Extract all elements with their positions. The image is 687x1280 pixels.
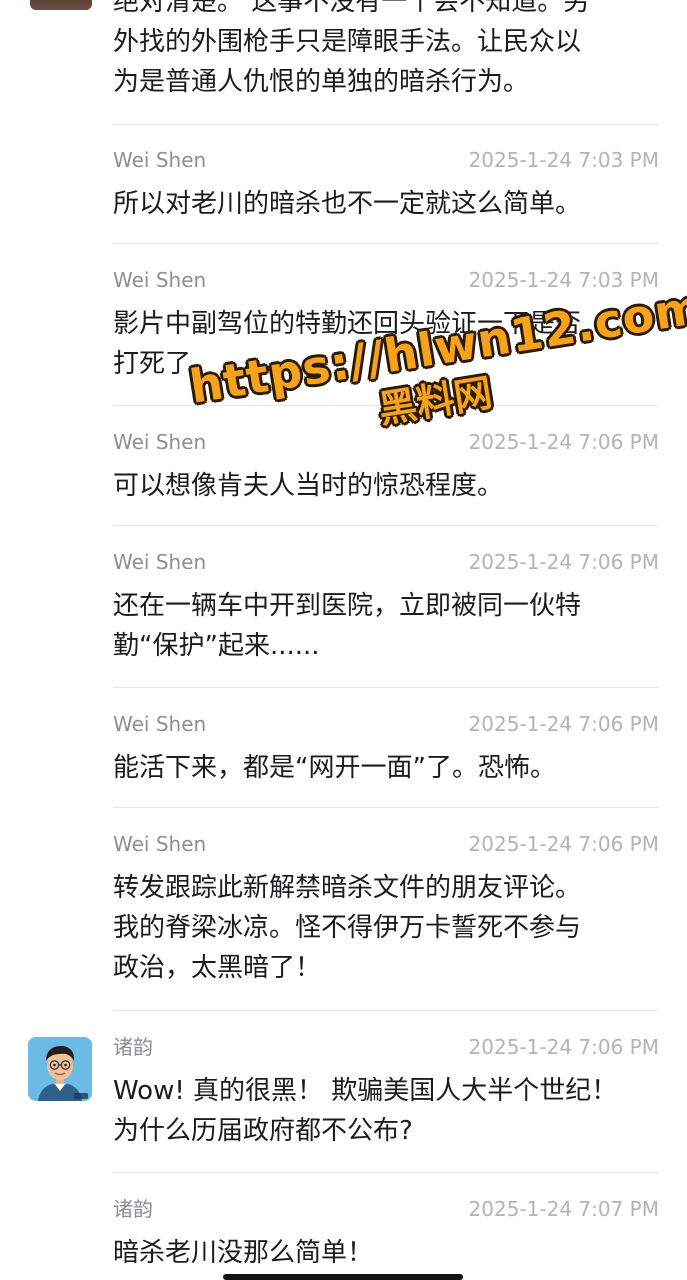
divider [113, 807, 659, 808]
divider [113, 243, 659, 244]
comment-timestamp: 2025-1-24 7:06 PM [468, 430, 659, 454]
comment-timestamp: 2025-1-24 7:06 PM [468, 1035, 659, 1059]
comment-text: 转发跟踪此新解禁暗杀文件的朋友评论。 我的脊梁冰凉。怪不得伊万卡誓死不参与 政治… [113, 873, 582, 983]
divider [113, 405, 659, 406]
comment-timestamp: 2025-1-24 7:03 PM [468, 268, 659, 292]
home-indicator[interactable] [223, 1274, 463, 1280]
avatar-icon [28, 1037, 92, 1101]
comment-item: 诸韵 2025-1-24 7:07 PM 暗杀老川没那么简单！ [113, 1197, 659, 1273]
comment-item: Wei Shen 2025-1-24 7:06 PM 还在一辆车中开到医院，立即… [113, 550, 659, 666]
comment-item: Wei Shen 2025-1-24 7:03 PM 影片中副驾位的特勤还回头验… [113, 268, 659, 384]
comment-text: 能活下来，都是“网开一面”了。恐怖。 [113, 753, 556, 783]
comment-header: Wei Shen 2025-1-24 7:03 PM [113, 148, 659, 184]
comment-text: 可以想像肯夫人当时的惊恐程度。 [113, 471, 504, 501]
comment-author[interactable]: Wei Shen [113, 712, 206, 736]
comment-author[interactable]: 诸韵 [113, 1035, 153, 1059]
comment-item: 绝对清楚。 这事不没有一个会不知道。另 外找的外围枪手只是障眼手法。让民众以 为… [113, 0, 659, 102]
comment-text: Wow! 真的很黑！ 欺骗美国人大半个世纪！ 为什么历届政府都不公布? [113, 1076, 618, 1146]
comment-header: Wei Shen 2025-1-24 7:06 PM [113, 832, 659, 868]
comment-item: Wei Shen 2025-1-24 7:03 PM 所以对老川的暗杀也不一定就… [113, 148, 659, 224]
divider [113, 525, 659, 526]
comment-timestamp: 2025-1-24 7:06 PM [468, 550, 659, 574]
user-avatar[interactable] [28, 1037, 92, 1101]
comment-text: 绝对清楚。 这事不没有一个会不知道。另 外找的外围枪手只是障眼手法。让民众以 为… [113, 0, 590, 97]
comment-item: Wei Shen 2025-1-24 7:06 PM 能活下来，都是“网开一面”… [113, 712, 659, 788]
comment-timestamp: 2025-1-24 7:06 PM [468, 832, 659, 856]
comment-text: 影片中副驾位的特勤还回头验证一下是否 打死了。 [113, 309, 582, 379]
user-avatar[interactable] [30, 0, 92, 10]
comment-header: 诸韵 2025-1-24 7:06 PM [113, 1035, 659, 1071]
comment-text: 还在一辆车中开到医院，立即被同一伙特 勤“保护”起来...... [113, 591, 582, 661]
comment-timestamp: 2025-1-24 7:07 PM [468, 1197, 659, 1221]
divider [113, 124, 659, 125]
comment-text: 暗杀老川没那么简单！ [113, 1238, 374, 1268]
comment-header: 诸韵 2025-1-24 7:07 PM [113, 1197, 659, 1233]
comment-author[interactable]: Wei Shen [113, 268, 206, 292]
comment-item: Wei Shen 2025-1-24 7:06 PM 转发跟踪此新解禁暗杀文件的… [113, 832, 659, 988]
comment-header: Wei Shen 2025-1-24 7:06 PM [113, 430, 659, 466]
comment-header: Wei Shen 2025-1-24 7:03 PM [113, 268, 659, 304]
comment-author[interactable]: Wei Shen [113, 550, 206, 574]
comment-header: Wei Shen 2025-1-24 7:06 PM [113, 712, 659, 748]
comment-text: 所以对老川的暗杀也不一定就这么简单。 [113, 189, 582, 219]
comment-feed: 绝对清楚。 这事不没有一个会不知道。另 外找的外围枪手只是障眼手法。让民众以 为… [0, 0, 687, 1280]
divider [113, 1172, 659, 1173]
comment-header: Wei Shen 2025-1-24 7:06 PM [113, 550, 659, 586]
comment-item: 诸韵 2025-1-24 7:06 PM Wow! 真的很黑！ 欺骗美国人大半个… [113, 1035, 659, 1151]
divider [113, 687, 659, 688]
comment-item: Wei Shen 2025-1-24 7:06 PM 可以想像肯夫人当时的惊恐程… [113, 430, 659, 506]
comment-author[interactable]: Wei Shen [113, 832, 206, 856]
comment-author[interactable]: Wei Shen [113, 148, 206, 172]
comment-timestamp: 2025-1-24 7:03 PM [468, 148, 659, 172]
divider [113, 1010, 659, 1011]
comment-author[interactable]: 诸韵 [113, 1197, 153, 1221]
comment-author[interactable]: Wei Shen [113, 430, 206, 454]
comment-timestamp: 2025-1-24 7:06 PM [468, 712, 659, 736]
